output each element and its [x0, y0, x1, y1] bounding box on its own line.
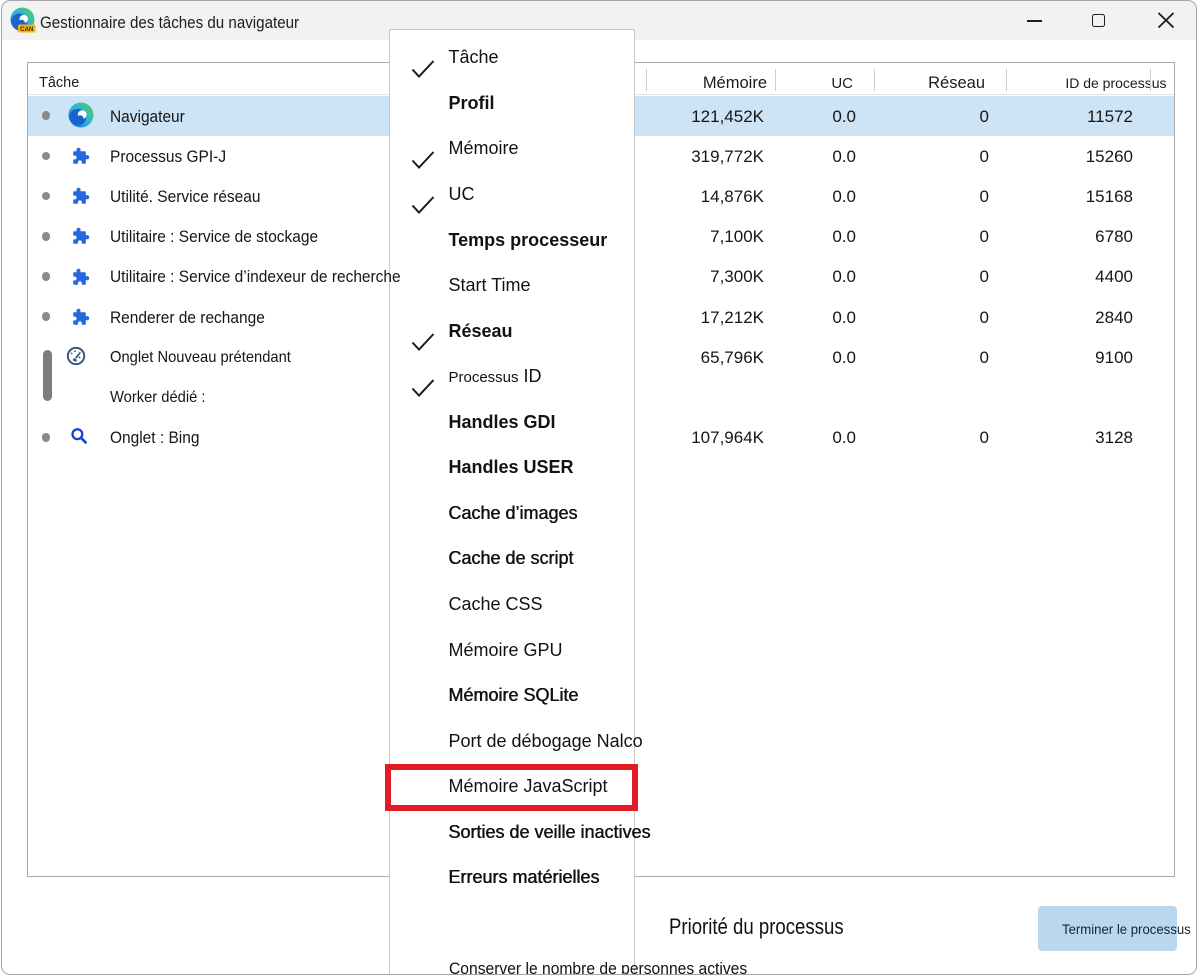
svg-text:CAN: CAN: [19, 26, 33, 33]
